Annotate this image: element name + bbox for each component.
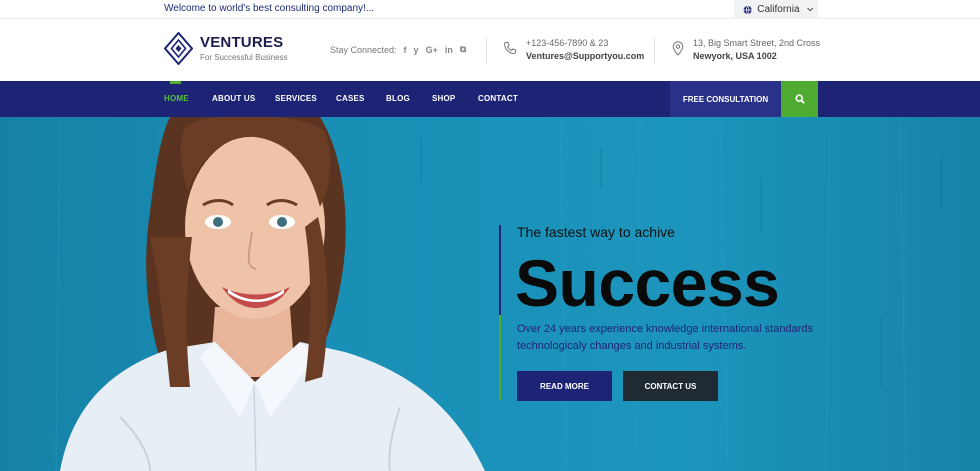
linkedin-icon[interactable]: in — [445, 45, 453, 55]
active-indicator — [170, 81, 181, 84]
header-divider — [486, 37, 487, 63]
free-consultation-button[interactable]: FREE CONSULTATION — [670, 81, 781, 117]
phone-email-block: +123-456-7890 & 23 Ventures@Supportyou.c… — [526, 37, 644, 63]
nav-home[interactable]: HOME — [164, 94, 189, 103]
top-bar: Welcome to world's best consulting compa… — [0, 0, 980, 19]
main-nav: HOME ABOUT US SERVICES CASES BLOG SHOP C… — [0, 81, 980, 117]
skype-icon[interactable]: ⧉ — [460, 44, 466, 55]
google-plus-icon[interactable]: G+ — [426, 45, 438, 55]
accent-line-navy — [499, 225, 501, 315]
hero-title: Success — [515, 246, 780, 320]
hero-banner: The fastest way to achive Success Over 2… — [0, 117, 980, 471]
nav-about-us[interactable]: ABOUT US — [212, 94, 255, 103]
map-pin-icon — [672, 41, 684, 56]
location-label: California — [757, 4, 800, 15]
stay-connected-label: Stay Connected: — [330, 44, 397, 55]
search-button[interactable] — [781, 81, 818, 117]
stay-connected: Stay Connected: f y G+ in ⧉ — [330, 44, 466, 55]
phone-number[interactable]: +123-456-7890 & 23 — [526, 37, 644, 50]
logo-diamond-icon[interactable] — [164, 32, 193, 65]
globe-icon — [743, 5, 752, 14]
nav-contact[interactable]: CONTACT — [478, 94, 518, 103]
address-line-1: 13, Big Smart Street, 2nd Cross — [693, 38, 821, 48]
address-block: 13, Big Smart Street, 2nd Cross Newyork,… — [693, 37, 820, 63]
hero-pretitle: The fastest way to achive — [517, 224, 675, 240]
twitter-icon[interactable]: y — [414, 45, 419, 55]
site-header: VENTURES For Successful Business Stay Co… — [0, 19, 980, 81]
brand-name[interactable]: VENTURES — [200, 34, 283, 51]
nav-blog[interactable]: BLOG — [386, 94, 410, 103]
hero-photo — [55, 117, 942, 471]
read-more-button[interactable]: READ MORE — [517, 371, 612, 401]
search-icon — [794, 94, 805, 104]
accent-line-green — [499, 315, 501, 400]
nav-shop[interactable]: SHOP — [432, 94, 455, 103]
welcome-text: Welcome to world's best consulting compa… — [164, 3, 375, 14]
address-line-2: Newyork, USA 1002 — [693, 51, 777, 61]
hero-description: Over 24 years experience knowledge inter… — [517, 323, 813, 352]
phone-icon — [503, 42, 516, 55]
facebook-icon[interactable]: f — [404, 45, 407, 55]
header-divider — [654, 37, 655, 63]
contact-us-button[interactable]: CONTACT US — [623, 371, 718, 401]
nav-services[interactable]: SERVICES — [275, 94, 317, 103]
chevron-down-icon — [806, 7, 813, 12]
nav-cases[interactable]: CASES — [336, 94, 365, 103]
brand-tagline: For Successful Business — [200, 53, 288, 62]
location-selector[interactable]: California — [734, 0, 818, 19]
email-address[interactable]: Ventures@Supportyou.com — [526, 51, 644, 61]
